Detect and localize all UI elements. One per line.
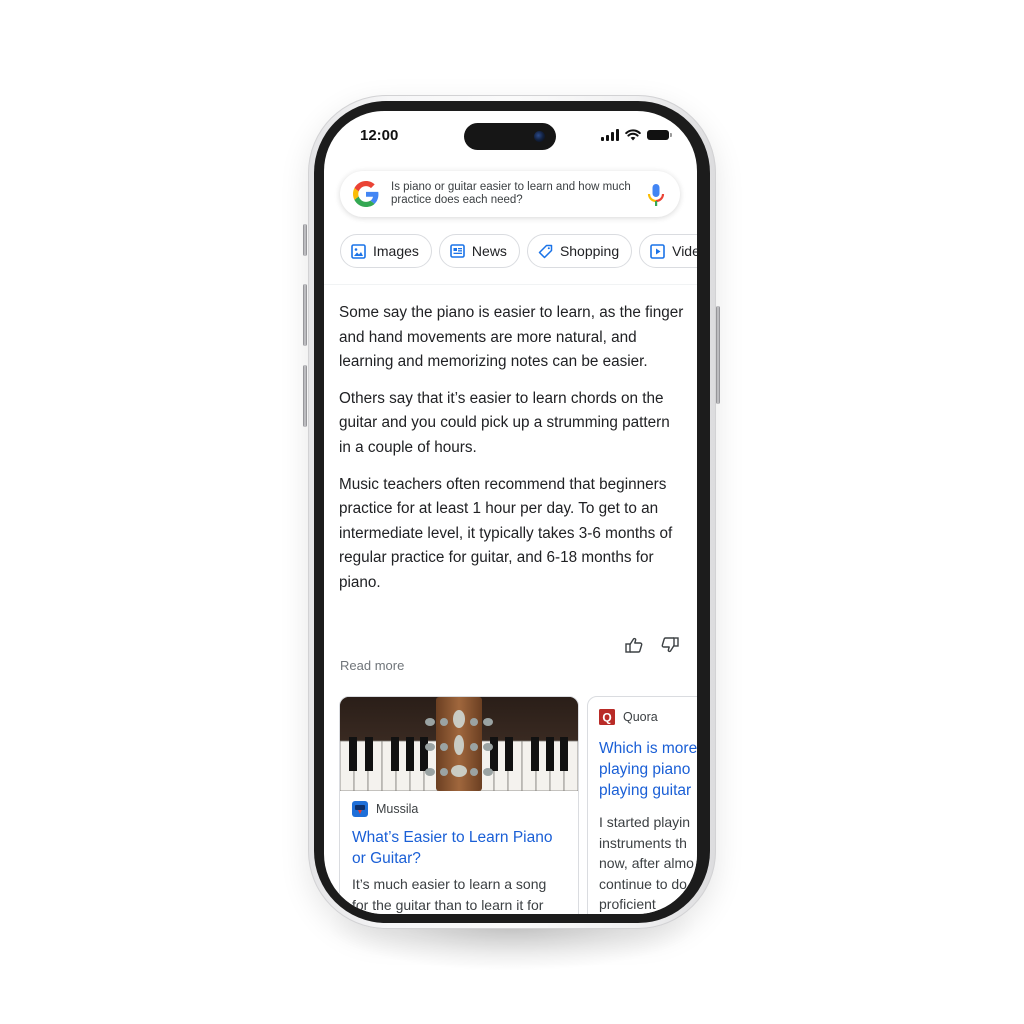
- source-name: Mussila: [376, 802, 419, 816]
- ai-answer: Some say the piano is easier to learn, a…: [339, 301, 684, 608]
- chip-label: Shopping: [559, 243, 620, 259]
- piano-guitar-image: [340, 697, 578, 791]
- article-title-link[interactable]: Which is more playing piano playing guit…: [599, 738, 697, 801]
- source-card[interactable]: Q Quora Which is more playing piano play…: [587, 696, 697, 914]
- news-icon: [450, 244, 465, 258]
- dynamic-island: [464, 123, 556, 150]
- wifi-icon: [625, 129, 641, 141]
- source-name: Quora: [623, 710, 658, 724]
- divider: [324, 284, 697, 285]
- source-card[interactable]: Mussila What’s Easier to Learn Piano or …: [339, 696, 579, 914]
- image-icon: [351, 243, 366, 259]
- chip-label: News: [471, 243, 507, 259]
- signal-icon: [601, 129, 619, 141]
- front-camera: [534, 131, 545, 142]
- chip-news[interactable]: News: [438, 234, 520, 268]
- tag-icon: [538, 244, 553, 258]
- title-line: Which is more: [599, 740, 697, 757]
- source-label: Q Quora: [599, 709, 697, 725]
- chip-shopping[interactable]: Shopping: [526, 234, 633, 268]
- volume-down-button[interactable]: [303, 365, 307, 427]
- chip-label: Videos: [672, 243, 697, 259]
- thumbs-up-icon[interactable]: [625, 637, 643, 653]
- article-title-link[interactable]: What’s Easier to Learn Piano or Guitar?: [352, 827, 566, 869]
- status-time: 12:00: [360, 127, 399, 144]
- source-label: Mussila: [352, 801, 566, 817]
- read-more-link[interactable]: Read more: [340, 658, 404, 673]
- answer-paragraph: Music teachers often recommend that begi…: [339, 475, 673, 591]
- answer-paragraph: Others say that it’s easier to learn cho…: [339, 389, 670, 456]
- chip-images[interactable]: Images: [340, 234, 432, 268]
- feedback-buttons: [625, 637, 679, 653]
- volume-up-button[interactable]: [303, 284, 307, 346]
- search-bar[interactable]: Is piano or guitar easier to learn and h…: [340, 171, 680, 217]
- mussila-logo: [352, 801, 368, 817]
- status-icons: [601, 129, 672, 141]
- google-g-logo: [353, 181, 379, 207]
- thumbs-down-icon[interactable]: [661, 637, 679, 653]
- answer-paragraph: Some say the piano is easier to learn, a…: [339, 304, 684, 371]
- action-button[interactable]: [303, 224, 307, 256]
- battery-icon: [647, 130, 672, 140]
- article-snippet: I started playin instruments th now, aft…: [599, 814, 694, 912]
- quora-logo: Q: [599, 709, 615, 725]
- play-icon: [650, 243, 665, 259]
- power-button[interactable]: [716, 306, 720, 404]
- search-filter-chips: Images News Shopping Videos: [340, 234, 697, 268]
- search-query[interactable]: Is piano or guitar easier to learn and h…: [391, 181, 641, 208]
- svg-text:Q: Q: [602, 711, 611, 725]
- article-thumbnail: [340, 697, 578, 791]
- title-line: playing piano: [599, 761, 691, 778]
- article-snippet: It’s much easier to learn a song for the…: [352, 876, 547, 913]
- chip-label: Images: [373, 243, 419, 259]
- phone-screen: 12:00 Is piano or guitar easier to learn…: [324, 111, 697, 914]
- microphone-icon[interactable]: [646, 183, 666, 207]
- chip-videos[interactable]: Videos: [639, 234, 697, 268]
- title-line: playing guitar: [599, 782, 692, 799]
